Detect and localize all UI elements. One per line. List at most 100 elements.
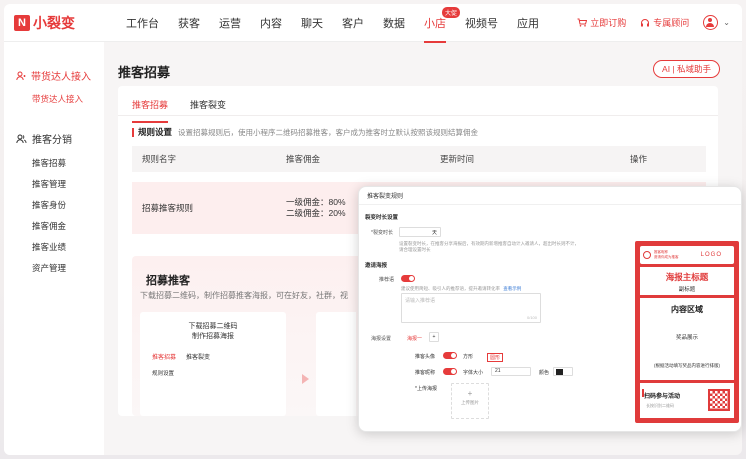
poster-footer: 扫码参与活动 长按识别二维码 xyxy=(640,383,734,418)
nav-item-customer[interactable]: 客户 xyxy=(342,15,364,31)
poster-logo: LOGO xyxy=(700,252,722,258)
poster-user: 推客昵称 邀请你成为推客 xyxy=(654,250,679,260)
poster-header: 推客昵称 邀请你成为推客 LOGO xyxy=(640,246,734,264)
tab-recruit[interactable]: 推客招募 xyxy=(132,98,169,123)
headset-icon xyxy=(641,18,650,26)
nav-item-apps[interactable]: 应用 xyxy=(517,15,539,31)
recommend-example-link[interactable]: 查看示例 xyxy=(503,286,521,291)
poster-footer-sub: 长按识别二维码 xyxy=(646,403,674,408)
recommend-toggle[interactable] xyxy=(401,275,415,282)
logo-text: 小裂变 xyxy=(33,14,75,31)
col-commission: 推客佣金 xyxy=(286,154,321,164)
avatar-shape-round[interactable]: 圆形 xyxy=(487,353,504,362)
col-actions: 操作 xyxy=(630,154,648,164)
duration-input[interactable]: 天 xyxy=(399,227,441,237)
sidebar-item-assets[interactable]: 资产管理 xyxy=(4,262,66,274)
duration-help: 设置裂变时长，在推客分享海报后，有效期内新增推客自动计入邀请人，超出时长则不计，… xyxy=(399,241,579,252)
poster-content-note: (根据活动填写奖品内容进行排版) xyxy=(654,363,720,368)
nav-item-workbench[interactable]: 工作台 xyxy=(126,15,159,31)
nav-item-content[interactable]: 内容 xyxy=(260,15,282,31)
col-updated: 更新时间 xyxy=(440,154,475,164)
recommend-help-row: 建议使用简短、吸引人的推荐语，提升邀请转化率 查看示例 xyxy=(401,286,521,292)
col-rule-name: 规则名字 xyxy=(142,154,177,164)
sidebar-group-distribution[interactable]: 推客分销 xyxy=(4,131,72,146)
logo-mark-icon: N xyxy=(14,14,30,31)
nav-item-operation[interactable]: 运营 xyxy=(219,15,241,31)
upload-button-label: 上传图片 xyxy=(461,400,479,405)
promo-step-title-1: 下载招募二维码 xyxy=(188,323,238,330)
arrow-right-icon xyxy=(302,374,309,384)
sidebar-group-talent[interactable]: 带货达人接入 xyxy=(4,68,91,83)
avatar[interactable] xyxy=(703,15,719,30)
sidebar: 带货达人接入 带货达人接入 推客分销 推客招募 推客管理 推客身份 推客佣金 推… xyxy=(4,42,104,455)
promo-step-card: 下载招募二维码 制作招募海报 推客招募 推客裂变 规则设置 xyxy=(140,312,286,416)
sidebar-item-talent[interactable]: 带货达人接入 xyxy=(4,93,83,105)
font-size-value: 21 xyxy=(495,368,501,374)
chevron-down-icon[interactable]: ⌄ xyxy=(723,18,730,27)
sidebar-item-identity[interactable]: 推客身份 xyxy=(4,199,66,211)
upload-box[interactable]: + 上传图片 xyxy=(451,383,489,419)
avatar-label: 推客头像 xyxy=(415,354,436,360)
poster-tab-1[interactable]: 海报一 xyxy=(407,335,422,342)
avatar-toggle[interactable] xyxy=(443,352,457,359)
order-link-label: 立即订购 xyxy=(590,18,627,28)
overlay-section-duration: 裂变时长设置 xyxy=(365,215,399,221)
poster-content-sub: 奖品展示 xyxy=(675,335,698,341)
ai-assistant-label: AI | 私域助手 xyxy=(662,64,711,74)
plus-icon: + xyxy=(467,389,473,398)
color-picker[interactable] xyxy=(553,367,573,376)
poster-sub-title: 副标题 xyxy=(678,287,696,293)
top-right: 立即订购 专属顾问 ⌄ xyxy=(563,15,730,30)
poster-preview: 推客昵称 邀请你成为推客 LOGO 海报主标题 副标题 内容区域 奖品展示 (根… xyxy=(635,241,739,423)
nav-item-acquire[interactable]: 获客 xyxy=(178,15,200,31)
poster-main-title: 海报主标题 xyxy=(665,272,709,282)
rule-bar xyxy=(132,127,134,137)
font-size-label: 字体大小 xyxy=(463,370,484,376)
nav-badge: 大促 xyxy=(441,6,460,18)
sidebar-group-distribution-label: 推客分销 xyxy=(32,135,72,146)
table-header: 规则名字 推客佣金 更新时间 操作 xyxy=(132,146,706,172)
sidebar-item-recruit[interactable]: 推客招募 xyxy=(4,157,66,169)
recommend-help: 建议使用简短、吸引人的推荐语，提升邀请转化率 xyxy=(401,286,500,291)
sidebar-item-commission[interactable]: 推客佣金 xyxy=(4,220,66,232)
overlay-header: 推客裂变规则 xyxy=(359,187,741,205)
avatar-shape-square[interactable]: 方形 xyxy=(463,353,473,360)
ai-assistant-button[interactable]: AI | 私域助手 xyxy=(653,60,720,78)
promo-mini-tab-fission: 推客裂变 xyxy=(186,355,211,361)
font-size-select[interactable]: 21 xyxy=(491,367,531,376)
fission-rule-window: 推客裂变规则 裂变时长设置 *裂变时长 天 设置裂变时长，在推客分享海报后，有效… xyxy=(358,186,742,432)
row-rule-name: 招募推客规则 xyxy=(142,203,194,213)
rule-title: 规则设置 xyxy=(138,127,173,137)
tab-fission[interactable]: 推客裂变 xyxy=(190,98,226,115)
poster-footer-text: 扫码参与活动 xyxy=(644,394,681,400)
logo[interactable]: N 小裂变 xyxy=(14,13,104,33)
nickname-toggle[interactable] xyxy=(443,368,457,375)
poster-add-button[interactable]: + xyxy=(429,332,439,342)
sidebar-item-manage[interactable]: 推客管理 xyxy=(4,178,66,190)
tabs: 推客招募 推客裂变 xyxy=(118,86,718,123)
advisor-link[interactable]: 专属顾问 xyxy=(640,16,689,29)
promo-step-title: 下载招募二维码 制作招募海报 xyxy=(140,322,286,342)
poster-main: 海报主标题 副标题 xyxy=(640,267,734,295)
qr-code-icon xyxy=(708,389,730,411)
sidebar-item-performance[interactable]: 推客业绩 xyxy=(4,241,66,253)
promo-title: 招募推客 xyxy=(146,275,190,287)
page-title: 推客招募 xyxy=(118,65,171,80)
recommend-label: 推荐语 xyxy=(379,277,395,283)
nav-item-shop-label: 小店 xyxy=(424,17,446,30)
order-link[interactable]: 立即订购 xyxy=(577,16,626,29)
users-icon xyxy=(16,134,27,143)
cart-icon xyxy=(577,18,588,27)
recommend-textarea[interactable]: 请输入推荐语 0/100 xyxy=(401,293,541,323)
recommend-placeholder: 请输入推荐语 xyxy=(405,298,436,304)
sidebar-group-talent-label: 带货达人接入 xyxy=(31,72,91,83)
nav-item-data[interactable]: 数据 xyxy=(383,15,405,31)
poster-content: 内容区域 奖品展示 (根据活动填写奖品内容进行排版) xyxy=(640,298,734,380)
nav-item-chat[interactable]: 聊天 xyxy=(301,15,323,31)
color-label: 颜色 xyxy=(539,370,550,376)
promo-mini-tabs: 推客招募 推客裂变 xyxy=(140,352,286,361)
promo-step-title-2: 制作招募海报 xyxy=(192,333,234,340)
nav-item-channels[interactable]: 视频号 xyxy=(465,15,498,31)
poster-content-title: 内容区域 xyxy=(671,305,703,314)
nav-item-shop[interactable]: 小店 大促 xyxy=(424,6,460,43)
